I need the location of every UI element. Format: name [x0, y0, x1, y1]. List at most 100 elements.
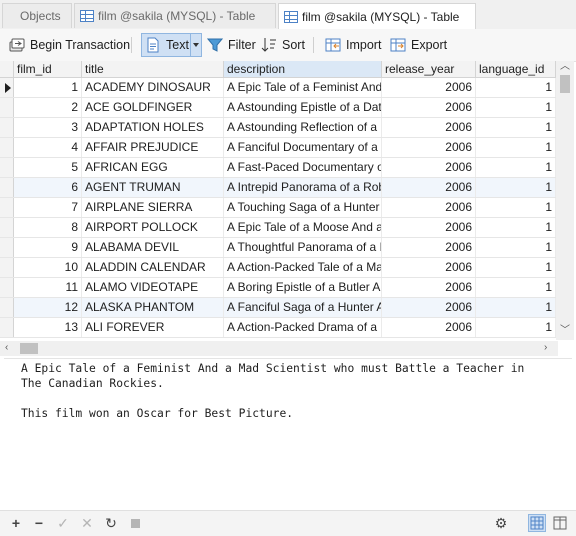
cell-description[interactable]: A Action-Packed Tale of a Ma — [224, 258, 382, 277]
x-icon[interactable]: ✕ — [80, 516, 94, 530]
cell-film-id[interactable]: 6 — [14, 178, 82, 197]
scroll-down-icon[interactable]: ﹀ — [560, 326, 570, 336]
tab-objects[interactable]: Objects — [2, 3, 72, 28]
row-indicator[interactable] — [0, 198, 14, 217]
cell-title[interactable]: ALAMO VIDEOTAPE — [82, 278, 224, 297]
row-indicator[interactable] — [0, 218, 14, 237]
scroll-right-icon[interactable]: › — [544, 343, 547, 353]
export-button[interactable]: Export — [390, 33, 447, 57]
gear-icon[interactable]: ⚙ — [494, 516, 508, 530]
table-row[interactable]: 8 AIRPORT POLLOCK A Epic Tale of a Moose A… — [0, 218, 556, 238]
cell-language-id[interactable]: 1 — [476, 178, 556, 197]
cell-title[interactable]: ALADDIN CALENDAR — [82, 258, 224, 277]
plus-icon[interactable]: + — [9, 516, 23, 530]
cell-release-year[interactable]: 2006 — [382, 78, 476, 97]
cell-release-year[interactable]: 2006 — [382, 178, 476, 197]
horizontal-scrollbar[interactable]: ‹ › — [0, 341, 558, 356]
cell-release-year[interactable]: 2006 — [382, 118, 476, 137]
cell-title[interactable]: ACADEMY DINOSAUR — [82, 78, 224, 97]
cell-release-year[interactable]: 2006 — [382, 238, 476, 257]
cell-language-id[interactable]: 1 — [476, 218, 556, 237]
cell-film-id[interactable]: 7 — [14, 198, 82, 217]
scroll-left-icon[interactable]: ‹ — [5, 343, 8, 353]
cell-film-id[interactable]: 12 — [14, 298, 82, 317]
table-row[interactable]: 1 ACADEMY DINOSAUR A Epic Tale of a Femini… — [0, 78, 556, 98]
filter-button[interactable]: Filter — [206, 33, 256, 57]
table-row[interactable]: 5 AFRICAN EGG A Fast-Paced Documentary of 2… — [0, 158, 556, 178]
cell-language-id[interactable]: 1 — [476, 138, 556, 157]
cell-title[interactable]: ADAPTATION HOLES — [82, 118, 224, 137]
cell-description[interactable]: A Thoughtful Panorama of a I — [224, 238, 382, 257]
cell-description[interactable]: A Epic Tale of a Moose And a — [224, 218, 382, 237]
cell-title[interactable]: AIRPLANE SIERRA — [82, 198, 224, 217]
row-indicator[interactable] — [0, 118, 14, 137]
cell-film-id[interactable]: 11 — [14, 278, 82, 297]
cell-film-id[interactable]: 5 — [14, 158, 82, 177]
column-header-language-id[interactable]: language_id — [476, 61, 556, 77]
cell-film-id[interactable]: 1 — [14, 78, 82, 97]
cell-film-id[interactable]: 2 — [14, 98, 82, 117]
cell-language-id[interactable]: 1 — [476, 278, 556, 297]
cell-film-id[interactable]: 10 — [14, 258, 82, 277]
column-header-title[interactable]: title — [82, 61, 224, 77]
cell-release-year[interactable]: 2006 — [382, 298, 476, 317]
table-row[interactable]: 9 ALABAMA DEVIL A Thoughtful Panorama of a… — [0, 238, 556, 258]
row-indicator[interactable] — [0, 258, 14, 277]
cell-language-id[interactable]: 1 — [476, 198, 556, 217]
cell-title[interactable]: AIRPORT POLLOCK — [82, 218, 224, 237]
cell-film-id[interactable]: 3 — [14, 118, 82, 137]
row-indicator[interactable] — [0, 98, 14, 117]
text-button[interactable]: Text — [141, 33, 191, 57]
row-indicator[interactable] — [0, 278, 14, 297]
cell-release-year[interactable]: 2006 — [382, 98, 476, 117]
cell-release-year[interactable]: 2006 — [382, 318, 476, 337]
cell-language-id[interactable]: 1 — [476, 238, 556, 257]
text-dropdown-button[interactable] — [190, 33, 202, 57]
refresh-icon[interactable]: ↻ — [104, 516, 118, 530]
grid-view-icon[interactable] — [528, 514, 546, 532]
cell-release-year[interactable]: 2006 — [382, 158, 476, 177]
table-row[interactable]: 12 ALASKA PHANTOM A Fanciful Saga of a Hun… — [0, 298, 556, 318]
cell-title[interactable]: ACE GOLDFINGER — [82, 98, 224, 117]
cell-title[interactable]: AFRICAN EGG — [82, 158, 224, 177]
cell-language-id[interactable]: 1 — [476, 118, 556, 137]
cell-film-id[interactable]: 8 — [14, 218, 82, 237]
cell-language-id[interactable]: 1 — [476, 78, 556, 97]
row-indicator[interactable] — [0, 178, 14, 197]
cell-description[interactable]: A Intrepid Panorama of a Rob — [224, 178, 382, 197]
cell-language-id[interactable]: 1 — [476, 98, 556, 117]
horizontal-scroll-thumb[interactable] — [20, 343, 38, 354]
sort-button[interactable]: Sort — [261, 33, 305, 57]
cell-language-id[interactable]: 1 — [476, 158, 556, 177]
text-viewer-pane[interactable]: A Epic Tale of a Feminist And a Mad Scie… — [4, 358, 572, 511]
scroll-up-icon[interactable]: ︿ — [560, 62, 570, 72]
table-row[interactable]: 11 ALAMO VIDEOTAPE A Boring Epistle of a B… — [0, 278, 556, 298]
begin-transaction-button[interactable]: Begin Transaction — [9, 33, 130, 57]
row-indicator[interactable] — [0, 78, 14, 97]
cell-description[interactable]: A Action-Packed Drama of a I — [224, 318, 382, 337]
vertical-scrollbar[interactable]: ︿ ﹀ — [556, 61, 574, 340]
cell-description[interactable]: A Fanciful Saga of a Hunter A — [224, 298, 382, 317]
cell-title[interactable]: AFFAIR PREJUDICE — [82, 138, 224, 157]
cell-description[interactable]: A Boring Epistle of a Butler Ar — [224, 278, 382, 297]
cell-language-id[interactable]: 1 — [476, 258, 556, 277]
cell-release-year[interactable]: 2006 — [382, 198, 476, 217]
table-row[interactable]: 6 AGENT TRUMAN A Intrepid Panorama of a Ro… — [0, 178, 556, 198]
data-grid[interactable]: film_id title description release_year l… — [0, 61, 556, 340]
cell-description[interactable]: A Touching Saga of a Hunter — [224, 198, 382, 217]
cell-description[interactable]: A Fanciful Documentary of a — [224, 138, 382, 157]
column-header-film-id[interactable]: film_id — [14, 61, 82, 77]
table-row[interactable]: 3 ADAPTATION HOLES A Astounding Reflection… — [0, 118, 556, 138]
cell-description[interactable]: A Epic Tale of a Feminist And — [224, 78, 382, 97]
tab-film-table-2[interactable]: film @sakila (MYSQL) - Table — [278, 3, 476, 29]
cell-release-year[interactable]: 2006 — [382, 218, 476, 237]
cell-title[interactable]: ALI FOREVER — [82, 318, 224, 337]
minus-icon[interactable]: − — [32, 516, 46, 530]
row-indicator[interactable] — [0, 318, 14, 337]
cell-description[interactable]: A Astounding Epistle of a Dat — [224, 98, 382, 117]
cell-description[interactable]: A Astounding Reflection of a — [224, 118, 382, 137]
column-header-description[interactable]: description — [224, 61, 382, 77]
table-row[interactable]: 2 ACE GOLDFINGER A Astounding Epistle of a… — [0, 98, 556, 118]
cell-film-id[interactable]: 13 — [14, 318, 82, 337]
check-icon[interactable]: ✓ — [56, 516, 70, 530]
